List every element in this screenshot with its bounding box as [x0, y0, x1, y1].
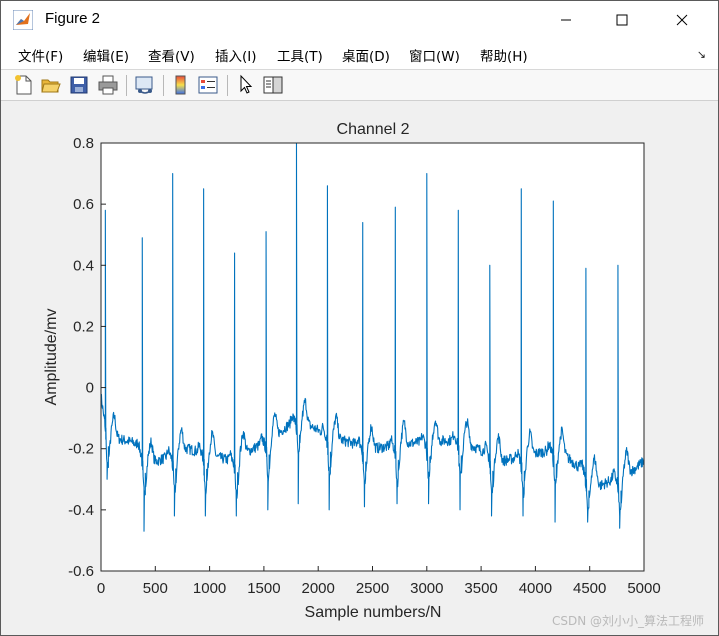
minimize-button[interactable] [536, 1, 596, 39]
line-chart: Channel 2 0 500 1000 1500 2000 2500 3000 3500 40… [43, 121, 661, 621]
x-tick-label: 4500 [573, 580, 606, 597]
x-tick-label: 2500 [356, 580, 389, 597]
close-button[interactable] [652, 1, 712, 39]
maximize-button[interactable] [592, 1, 652, 39]
x-tick-label: 1000 [193, 580, 226, 597]
y-tick-label: -0.4 [68, 502, 94, 519]
menu-edit[interactable]: 编辑(E) [83, 45, 129, 65]
x-axis-label: Sample numbers/N [305, 604, 442, 621]
property-editor-icon[interactable] [262, 74, 284, 96]
y-tick-label: -0.6 [68, 563, 94, 580]
minimize-icon [561, 19, 571, 21]
save-icon[interactable] [68, 74, 90, 96]
menu-view[interactable]: 查看(V) [148, 45, 195, 65]
x-tick-label: 1500 [247, 580, 280, 597]
x-tick-label: 5000 [627, 580, 660, 597]
y-tick-label: 0.2 [73, 318, 94, 335]
menu-bar: 文件(F) 编辑(E) 查看(V) 插入(I) 工具(T) 桌面(D) 窗口(W… [1, 39, 718, 70]
open-icon[interactable] [40, 74, 62, 96]
pointer-icon[interactable] [235, 74, 257, 96]
dock-arrow-icon[interactable]: ↘ [697, 48, 706, 61]
menu-insert[interactable]: 插入(I) [215, 45, 257, 65]
close-icon [676, 14, 688, 26]
menu-file[interactable]: 文件(F) [18, 45, 63, 65]
colorbar-icon[interactable] [170, 74, 192, 96]
x-tick-label: 500 [143, 580, 168, 597]
menu-desktop[interactable]: 桌面(D) [342, 45, 390, 65]
y-tick-label: 0.6 [73, 196, 94, 213]
x-tick-label: 2000 [302, 580, 335, 597]
y-tick-label: 0 [86, 380, 94, 397]
toolbar-separator [227, 75, 228, 96]
toolbar-separator [126, 75, 127, 96]
figure-toolbar [1, 70, 718, 101]
x-tick-label: 4000 [519, 580, 552, 597]
y-tick-label: 0.4 [73, 257, 94, 274]
axes-background [101, 143, 644, 571]
link-plot-icon[interactable] [134, 74, 156, 96]
y-tick-label: 0.8 [73, 135, 94, 152]
matlab-logo-icon [12, 9, 34, 31]
watermark-text: CSDN @刘小小_算法工程师 [551, 614, 704, 628]
figure-canvas: Channel 2 0 500 1000 1500 2000 2500 3000 3500 40… [1, 101, 718, 635]
menu-help[interactable]: 帮助(H) [480, 45, 528, 65]
menu-tools[interactable]: 工具(T) [277, 45, 323, 65]
figure-window: Figure 2 文件(F) 编辑(E) 查看(V) 插入(I) 工具(T) 桌… [0, 0, 719, 636]
toolbar-separator [163, 75, 164, 96]
x-tick-label: 0 [97, 580, 105, 597]
chart-title: Channel 2 [337, 121, 410, 138]
y-tick-label: -0.2 [68, 441, 94, 458]
y-axis-label: Amplitude/mv [43, 309, 60, 406]
window-title: Figure 2 [45, 10, 101, 27]
new-figure-icon[interactable] [13, 74, 35, 96]
legend-icon[interactable] [197, 74, 219, 96]
x-tick-label: 3000 [410, 580, 443, 597]
x-tick-label: 3500 [464, 580, 497, 597]
print-icon[interactable] [97, 74, 119, 96]
title-bar: Figure 2 [1, 1, 718, 39]
maximize-icon [616, 14, 628, 26]
menu-window[interactable]: 窗口(W) [409, 45, 460, 65]
